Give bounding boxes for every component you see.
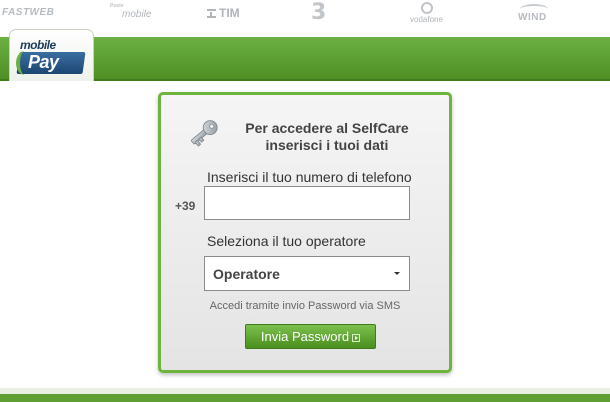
selfcare-login-card: Per accedere al SelfCare inserisci i tuo… xyxy=(158,92,452,373)
sms-access-note: Accedi tramite invio Password via SMS xyxy=(209,300,401,312)
send-password-label: Invia Password xyxy=(260,329,350,344)
wind-logo-text: WIND xyxy=(518,12,547,23)
card-title: Per accedere al SelfCare inserisci i tuo… xyxy=(217,120,437,154)
wind-logo: WIND xyxy=(516,4,552,24)
operator-selected-value: Operatore xyxy=(213,266,280,282)
operator-logo-bar: FASTWEB Poste mobile TIM 3 vodafone WIND xyxy=(0,0,610,30)
vodafone-logo: vodafone xyxy=(408,2,448,24)
country-prefix: +39 xyxy=(175,199,196,213)
operator-label: Seleziona il tuo operatore xyxy=(207,233,366,249)
chevron-down-icon xyxy=(394,272,400,275)
send-password-button[interactable]: Invia Password xyxy=(245,324,376,349)
card-title-line2: inserisci i tuoi dati xyxy=(265,137,389,153)
arrow-right-icon xyxy=(352,334,361,342)
tim-logo-text: TIM xyxy=(219,6,240,20)
postemobile-logo-text: mobile xyxy=(122,9,152,20)
tim-logo: TIM xyxy=(207,6,240,20)
fastweb-logo: FASTWEB xyxy=(2,7,55,18)
operator-select[interactable]: Operatore xyxy=(204,256,410,291)
vodafone-logo-text: vodafone xyxy=(410,15,443,24)
phone-number-label: Inserisci il tuo numero di telefono xyxy=(207,169,412,185)
mobilepay-logo-tab[interactable]: mobile Pay xyxy=(9,29,94,81)
tim-mark-icon xyxy=(207,9,216,18)
mobilepay-logo-line2: Pay xyxy=(28,52,59,72)
three-logo: 3 xyxy=(311,0,327,25)
footer-green-line xyxy=(0,394,610,402)
mobilepay-logo-line1: mobile xyxy=(20,38,56,52)
card-title-line1: Per accedere al SelfCare xyxy=(245,120,409,136)
mobilepay-logo: mobile Pay xyxy=(16,38,88,76)
vodafone-drop-icon xyxy=(421,2,433,14)
postemobile-logo: Poste mobile xyxy=(108,3,154,23)
phone-number-input[interactable] xyxy=(204,186,410,220)
